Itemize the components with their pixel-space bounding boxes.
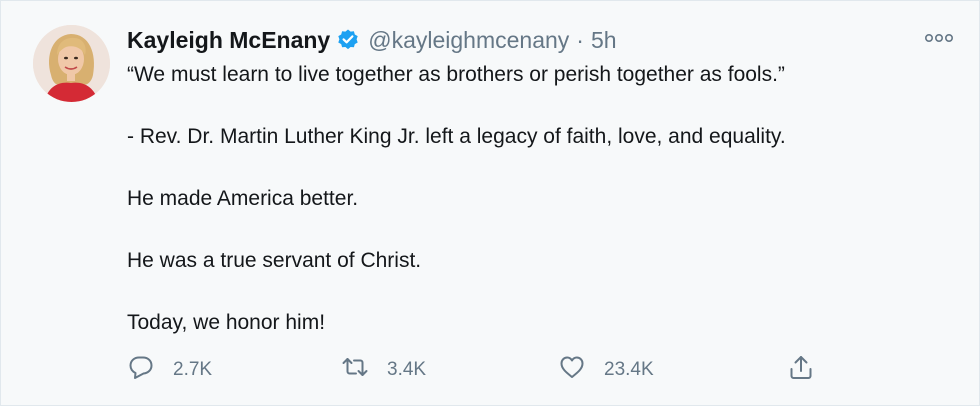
reply-icon (127, 353, 155, 387)
like-button[interactable]: 23.4K (558, 353, 654, 387)
tweet-line: - Rev. Dr. Martin Luther King Jr. left a… (127, 125, 786, 148)
tweet-line: He was a true servant of Christ. (127, 249, 422, 272)
author-handle[interactable]: @kayleighmcenany (368, 27, 569, 54)
action-bar: 2.7K 3.4K 23.4K (127, 353, 827, 387)
tweet-card[interactable]: Kayleigh McEnany @kayleighmcenany · 5h “… (0, 0, 980, 406)
verified-badge-icon (336, 28, 360, 52)
heart-icon (558, 353, 586, 387)
tweet-line: Today, we honor him! (127, 311, 326, 334)
like-count: 23.4K (604, 359, 654, 380)
retweet-button[interactable]: 3.4K (341, 353, 426, 387)
retweet-icon (341, 353, 369, 387)
more-icon[interactable] (922, 29, 956, 47)
tweet-line: He made America better. (127, 187, 359, 210)
author-name[interactable]: Kayleigh McEnany (127, 27, 330, 54)
reply-count: 2.7K (173, 359, 213, 380)
retweet-count: 3.4K (387, 359, 427, 380)
tweet-line: “We must learn to live together as broth… (127, 63, 785, 86)
share-button[interactable] (787, 353, 815, 387)
feed-divider (0, 405, 980, 420)
tweet-header: Kayleigh McEnany @kayleighmcenany · 5h (127, 25, 617, 55)
reply-button[interactable]: 2.7K (127, 353, 212, 387)
separator-dot: · (576, 26, 584, 53)
avatar[interactable] (33, 25, 110, 102)
tweet-text: “We must learn to live together as broth… (127, 60, 947, 370)
tweet-timestamp[interactable]: 5h (591, 27, 617, 54)
share-icon (787, 353, 815, 387)
